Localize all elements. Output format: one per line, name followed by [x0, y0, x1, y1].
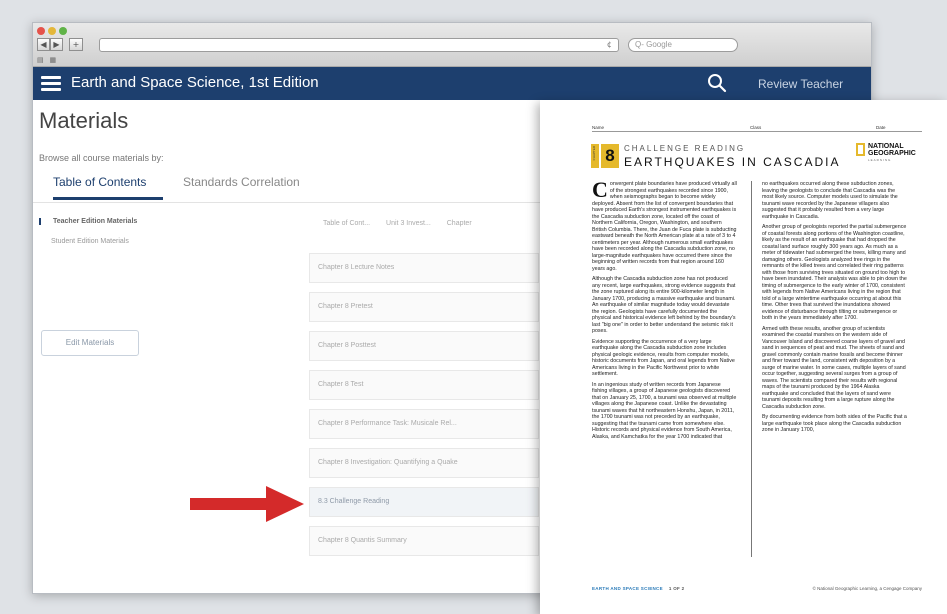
- paragraph: Another group of geologists reported the…: [762, 224, 907, 321]
- paragraph: no earthquakes occurred along these subd…: [762, 181, 898, 220]
- chapter-tag: CHAPTER: [591, 144, 599, 168]
- document-footer: EARTH AND SPACE SCIENCE 1 OF 2: [592, 586, 684, 591]
- paragraph: Evidence supporting the occurrence of a …: [592, 338, 735, 378]
- search-icon[interactable]: [707, 73, 727, 93]
- edit-materials-button[interactable]: Edit Materials: [41, 330, 139, 356]
- paragraph: Armed with these results, another group …: [762, 325, 906, 410]
- browser-toolbar: ◀ ▶ + ¢ Q- Google ▤ ▦: [33, 23, 871, 67]
- back-button[interactable]: ◀: [37, 38, 50, 51]
- material-row[interactable]: Chapter 8 Performance Task: Musicale Rel…: [309, 409, 539, 439]
- paragraph: Convergent plate boundaries have produce…: [592, 177, 737, 272]
- close-window-button[interactable]: [37, 27, 45, 35]
- forward-button[interactable]: ▶: [50, 38, 63, 51]
- reload-icon[interactable]: ¢: [607, 40, 612, 49]
- review-teacher-link[interactable]: Review Teacher: [758, 77, 843, 91]
- footer-page: 1 OF 2: [668, 586, 685, 591]
- sidebar-item-teacher-edition[interactable]: Teacher Edition Materials: [39, 218, 137, 225]
- material-row-challenge-reading[interactable]: 8.3 Challenge Reading: [309, 487, 539, 517]
- drop-cap: C: [592, 177, 608, 202]
- footer-copyright: © National Geographic Learning, a Cengag…: [812, 586, 922, 591]
- browser-search-field[interactable]: Q- Google: [628, 38, 738, 52]
- paragraph: Although the Cascadia subduction zone ha…: [592, 276, 736, 334]
- minimize-window-button[interactable]: [48, 27, 56, 35]
- app-header: Earth and Space Science, 1st Edition Rev…: [33, 67, 871, 100]
- document-title: EARTHQUAKES IN CASCADIA: [624, 155, 841, 169]
- material-row[interactable]: Chapter 8 Posttest: [309, 331, 539, 361]
- material-row[interactable]: Chapter 8 Test: [309, 370, 539, 400]
- chapter-number: 8: [601, 144, 619, 168]
- tab-standards-correlation[interactable]: Standards Correlation: [183, 175, 300, 197]
- document-kicker: CHALLENGE READING: [624, 144, 746, 153]
- right-column: no earthquakes occurred along these subd…: [762, 181, 907, 438]
- footer-course: EARTH AND SPACE SCIENCE: [592, 586, 663, 591]
- app-title: Earth and Space Science, 1st Edition: [71, 74, 319, 91]
- zoom-window-button[interactable]: [59, 27, 67, 35]
- add-bookmark-button[interactable]: +: [69, 38, 83, 51]
- logo-line1: NATIONAL: [868, 143, 904, 150]
- tab-table-of-contents[interactable]: Table of Contents: [53, 175, 163, 200]
- red-arrow-icon: [190, 486, 304, 522]
- material-row[interactable]: Chapter 8 Quantis Summary: [309, 526, 539, 556]
- browse-label: Browse all course materials by:: [39, 153, 164, 163]
- material-row[interactable]: Chapter 8 Lecture Notes: [309, 253, 539, 283]
- paragraph: By documenting evidence from both sides …: [762, 414, 907, 433]
- challenge-reading-document: Name Class Date CHAPTER 8 CHALLENGE READ…: [540, 100, 947, 614]
- material-row[interactable]: Chapter 8 Pretest: [309, 292, 539, 322]
- chapter-tag-text: CHAPTER: [592, 146, 596, 161]
- page-title: Materials: [39, 108, 129, 133]
- breadcrumb: Table of Cont... Unit 3 Invest... Chapte…: [323, 220, 486, 227]
- breadcrumb-item[interactable]: Table of Cont...: [323, 220, 370, 227]
- menu-icon[interactable]: [41, 76, 61, 91]
- material-row[interactable]: Chapter 8 Investigation: Quantifying a Q…: [309, 448, 539, 478]
- breadcrumb-item[interactable]: Unit 3 Invest...: [386, 220, 431, 227]
- name-label: Name: [592, 125, 605, 130]
- breadcrumb-item[interactable]: Chapter: [447, 220, 472, 227]
- address-bar[interactable]: ¢: [99, 38, 619, 52]
- date-label: Date: [876, 125, 886, 130]
- sidebar-item-student-edition[interactable]: Student Edition Materials: [39, 238, 129, 245]
- header-rule: [592, 131, 922, 132]
- left-column: Convergent plate boundaries have produce…: [592, 177, 737, 444]
- logo-line2: GEOGRAPHIC: [868, 150, 916, 157]
- bookmarks-icon[interactable]: ▤ ▦: [37, 56, 58, 64]
- paragraph: In an ingenious study of written records…: [592, 381, 737, 440]
- column-divider: [751, 181, 752, 557]
- class-label: Class: [750, 125, 762, 130]
- national-geographic-logo: NATIONAL GEOGRAPHIC LEARNING: [856, 143, 916, 164]
- logo-line3: LEARNING: [868, 158, 892, 162]
- yellow-frame-icon: [856, 143, 865, 156]
